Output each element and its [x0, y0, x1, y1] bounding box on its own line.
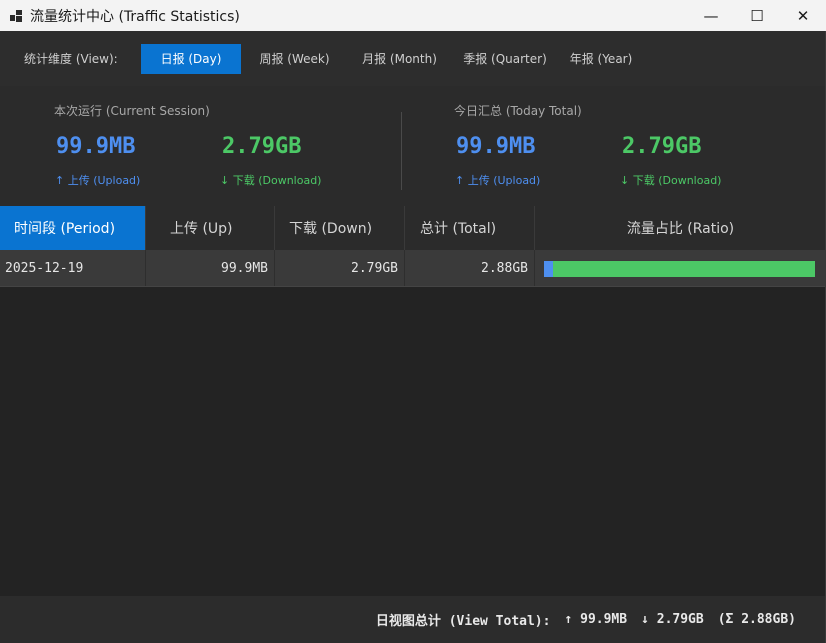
maximize-button[interactable]: ☐	[734, 0, 780, 31]
view-selector: 统计维度 (View): 日报 (Day) 周报 (Week) 月报 (Mont…	[0, 31, 826, 86]
today-download-value: 2.79GB	[622, 134, 702, 159]
tab-week[interactable]: 周报 (Week)	[241, 44, 348, 74]
column-header-period[interactable]: 时间段 (Period)	[0, 206, 146, 250]
summary-divider	[401, 112, 402, 190]
footer-label: 日视图总计 (View Total):	[375, 614, 551, 629]
ratio-bar-upload	[544, 261, 554, 277]
table-header: 时间段 (Period) 上传 (Up) 下载 (Down) 总计 (Total…	[0, 206, 826, 250]
ratio-bar-download	[553, 261, 815, 277]
tab-month[interactable]: 月报 (Month)	[348, 44, 451, 74]
cell-period: 2025-12-19	[0, 250, 146, 286]
today-upload-label: ↑ 上传 (Upload)	[455, 174, 541, 187]
ratio-bar	[544, 261, 815, 277]
session-heading: 本次运行 (Current Session)	[54, 104, 210, 118]
minimize-button[interactable]: —	[688, 0, 734, 31]
today-upload-value: 99.9MB	[456, 134, 536, 159]
table-row[interactable]: 2025-12-19 99.9MB 2.79GB 2.88GB	[0, 250, 826, 287]
view-label: 统计维度 (View):	[24, 52, 118, 66]
session-upload-value: 99.9MB	[56, 134, 136, 159]
session-download-value: 2.79GB	[222, 134, 302, 159]
cell-up: 99.9MB	[146, 250, 275, 286]
session-upload-label: ↑ 上传 (Upload)	[55, 174, 141, 187]
cell-down: 2.79GB	[275, 250, 405, 286]
status-footer: 日视图总计 (View Total): ↑ 99.9MB ↓ 2.79GB (Σ…	[0, 596, 826, 643]
tab-day[interactable]: 日报 (Day)	[141, 43, 241, 74]
today-heading: 今日汇总 (Today Total)	[454, 104, 582, 118]
cell-total: 2.88GB	[405, 250, 535, 286]
tab-year[interactable]: 年报 (Year)	[559, 44, 643, 74]
cell-ratio	[535, 250, 826, 286]
title-bar: 流量统计中心 (Traffic Statistics) — ☐ ✕	[0, 0, 826, 31]
tab-quarter[interactable]: 季报 (Quarter)	[451, 44, 559, 74]
column-header-ratio[interactable]: 流量占比 (Ratio)	[535, 206, 826, 250]
today-download-label: ↓ 下载 (Download)	[620, 174, 722, 187]
close-button[interactable]: ✕	[780, 0, 826, 31]
summary-panel: 本次运行 (Current Session) 99.9MB ↑ 上传 (Uplo…	[0, 86, 826, 206]
footer-grand-total: (Σ 2.88GB)	[717, 612, 796, 627]
column-header-down[interactable]: 下载 (Down)	[275, 206, 405, 250]
window-controls: — ☐ ✕	[688, 0, 826, 31]
table-empty-area	[0, 287, 826, 596]
session-download-label: ↓ 下载 (Download)	[220, 174, 322, 187]
column-header-total[interactable]: 总计 (Total)	[405, 206, 535, 250]
footer-upload-total: ↑ 99.9MB	[564, 612, 628, 627]
column-header-up[interactable]: 上传 (Up)	[146, 206, 275, 250]
app-grid-icon	[10, 9, 22, 22]
footer-download-total: ↓ 2.79GB	[641, 612, 704, 627]
window-title: 流量统计中心 (Traffic Statistics)	[30, 8, 240, 25]
